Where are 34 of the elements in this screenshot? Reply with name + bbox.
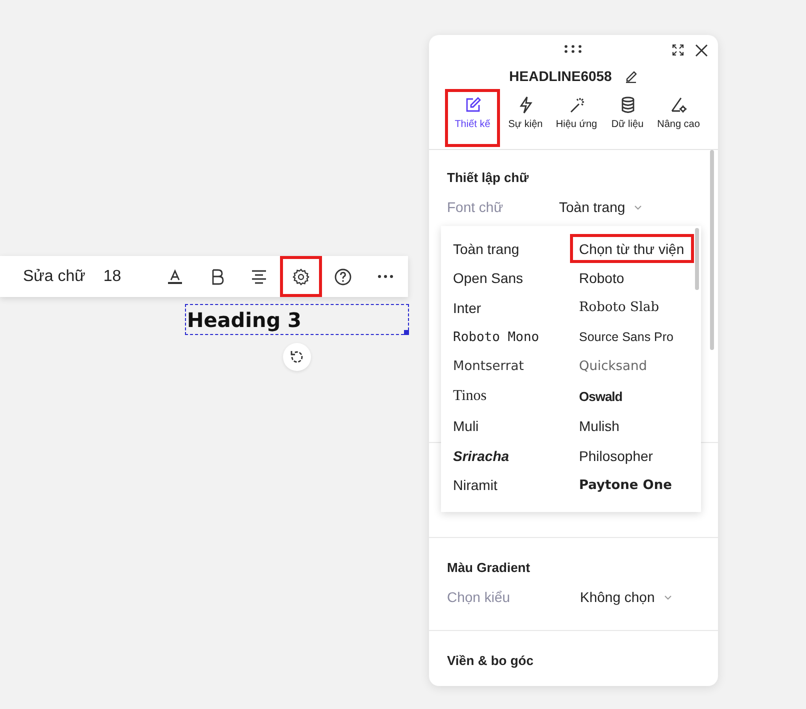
font-option[interactable]: Quicksand bbox=[570, 352, 694, 382]
select-dropdown[interactable]: Không chọn bbox=[580, 589, 672, 605]
panel-tab[interactable]: Dữ liệu bbox=[602, 89, 653, 147]
panel-tab[interactable]: Sự kiện bbox=[500, 89, 551, 147]
element-name: HEADLINE6058 bbox=[509, 68, 612, 84]
font-option[interactable]: Niramit bbox=[444, 470, 570, 500]
section-title: Màu Gradient bbox=[447, 560, 532, 575]
section-title: Viền & bo góc bbox=[447, 653, 534, 668]
font-option[interactable]: Oswald bbox=[570, 382, 694, 411]
select-dropdown[interactable]: Toàn trang bbox=[559, 199, 642, 215]
font-option[interactable]: Philosopher bbox=[570, 441, 694, 470]
font-option[interactable]: Roboto Slab bbox=[570, 293, 694, 322]
font-option[interactable]: Paytone One bbox=[570, 470, 694, 500]
font-option[interactable]: Montserrat bbox=[444, 352, 570, 382]
panel-tab[interactable]: Thiết kế bbox=[445, 89, 500, 147]
field-label: Chọn kiểu bbox=[447, 589, 512, 605]
panel-tab[interactable]: Hiệu ứng bbox=[551, 89, 602, 147]
font-option[interactable]: Source Sans Pro bbox=[570, 322, 694, 352]
font-option[interactable]: Open Sans bbox=[444, 264, 570, 293]
font-option[interactable]: Inter bbox=[444, 293, 570, 322]
section-title: Thiết lập chữ bbox=[447, 170, 530, 185]
font-option[interactable]: Chọn từ thư viện bbox=[570, 234, 694, 263]
font-option[interactable]: Tinos bbox=[444, 382, 570, 411]
toolbar-button[interactable]: 18 bbox=[94, 256, 130, 297]
panel-tab[interactable]: Nâng cao bbox=[653, 89, 704, 147]
font-option[interactable]: Muli bbox=[444, 412, 570, 441]
toolbar-button[interactable]: Sửa chữ bbox=[14, 256, 94, 297]
font-option[interactable]: Mulish bbox=[570, 412, 694, 441]
font-option[interactable]: Roboto Mono bbox=[444, 322, 570, 352]
font-option[interactable]: Sriracha bbox=[444, 441, 570, 470]
heading-text[interactable]: Heading 3 bbox=[185, 304, 409, 335]
font-option[interactable]: Roboto bbox=[570, 264, 694, 293]
field-label: Font chữ bbox=[447, 199, 504, 215]
font-option[interactable]: Toàn trang bbox=[444, 234, 570, 263]
